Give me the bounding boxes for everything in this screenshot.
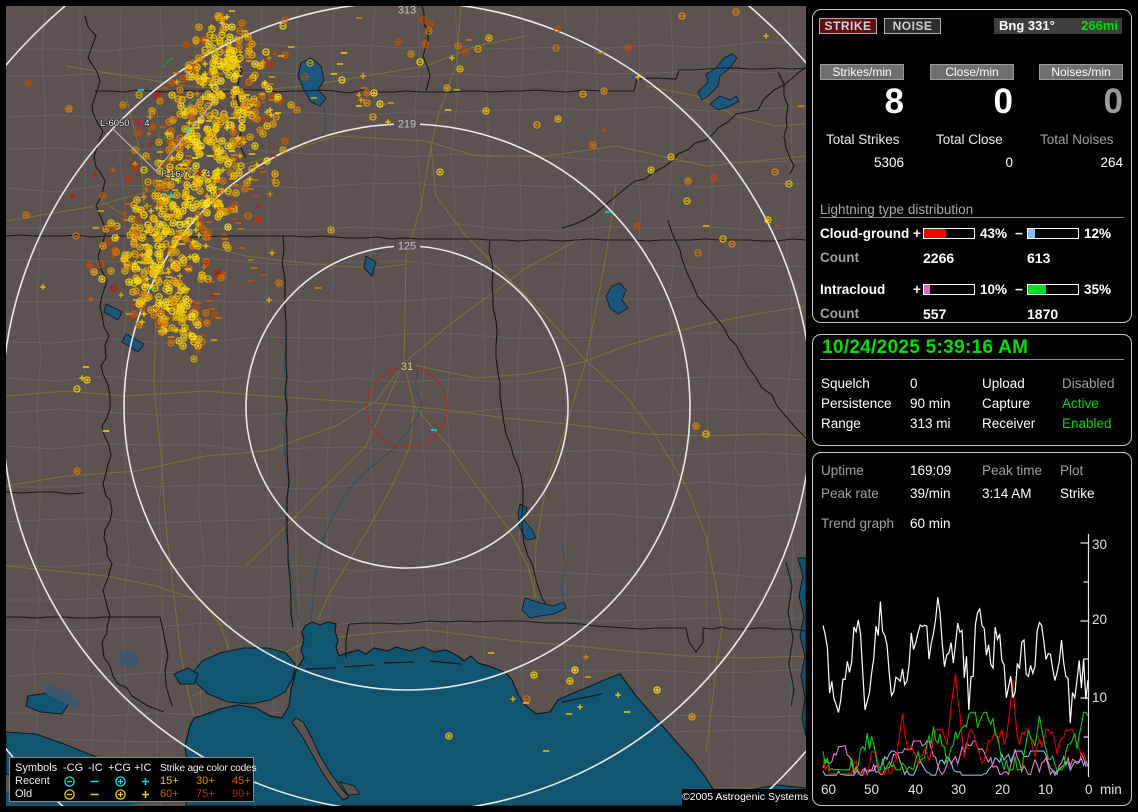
svg-text:F-1677: F-1677 [161,169,191,180]
svg-text:125: 125 [398,241,416,253]
svg-text:4: 4 [144,118,149,129]
svg-text:219: 219 [398,119,416,131]
svg-text:313: 313 [398,6,416,17]
svg-text:31: 31 [401,361,413,373]
svg-text:4: 4 [205,169,210,180]
svg-text:L-6050: L-6050 [100,118,130,129]
